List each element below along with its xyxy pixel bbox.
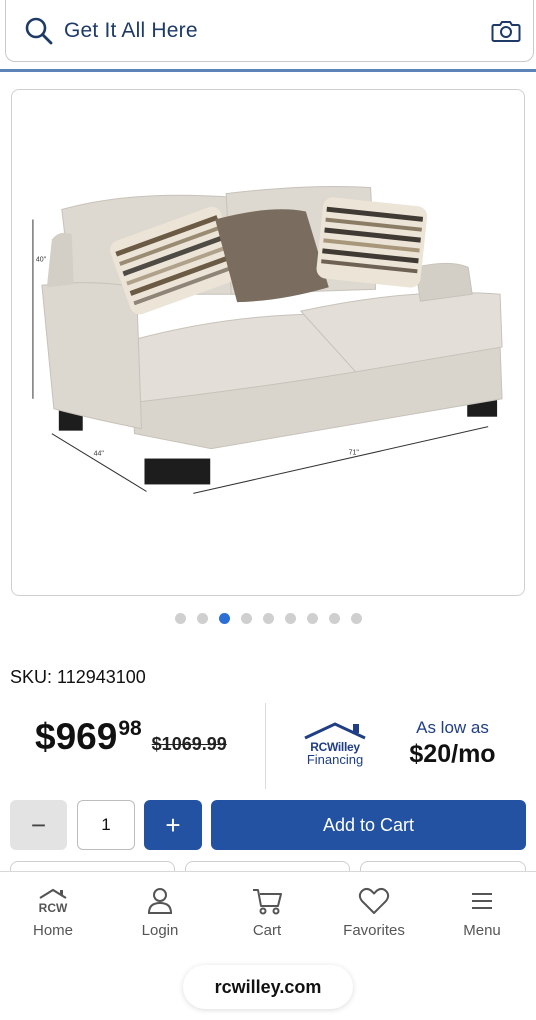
cart-icon (250, 886, 284, 916)
nav-label-cart: Cart (252, 922, 282, 939)
nav-label-favorites: Favorites (343, 922, 405, 939)
price-divider (265, 703, 266, 789)
sale-price-dollars: $969 (35, 716, 118, 757)
browser-url-bar[interactable]: rcwilley.com (183, 965, 353, 1009)
sofa-product-image: 40" 44" 71" (32, 185, 503, 494)
hamburger-menu-icon (465, 886, 499, 916)
rcw-mark: RCW (39, 901, 68, 915)
sku-number: SKU: 112943100 (10, 667, 146, 687)
width-dimension-label: 71" (349, 450, 360, 457)
carousel-dot[interactable] (350, 613, 362, 624)
search-icon (25, 17, 53, 44)
heart-icon (357, 886, 391, 916)
camera-icon[interactable] (491, 18, 521, 44)
nav-label-home: Home (32, 922, 73, 939)
carousel-indicator[interactable] (0, 613, 536, 625)
product-image[interactable]: 40" 44" 71" (11, 89, 525, 596)
original-price: $1069.99 (151, 734, 227, 754)
sale-price-cents: 98 (118, 717, 142, 740)
nav-label-login: Login (141, 922, 179, 939)
carousel-dot[interactable] (174, 613, 186, 624)
financing-word: Financing (306, 752, 364, 767)
search-input[interactable]: Get It All Here (64, 19, 491, 43)
carousel-dot[interactable] (328, 613, 340, 624)
price-block: $969 98 $1069.99 (35, 718, 227, 755)
as-low-as-label: As low as (416, 718, 489, 737)
carousel-dot[interactable] (218, 613, 230, 624)
monthly-payment[interactable]: $20/mo (395, 740, 510, 769)
height-dimension-label: 40" (36, 256, 47, 263)
nav-item-favorites[interactable]: Favorites (329, 886, 419, 939)
quantity-decrease-button[interactable]: − (10, 800, 67, 850)
nav-item-home[interactable]: RCW Home (8, 886, 98, 939)
carousel-dot[interactable] (306, 613, 318, 624)
header-divider (0, 69, 536, 72)
depth-dimension-label: 44" (94, 451, 105, 458)
search-bar[interactable]: Get It All Here (5, 0, 534, 62)
add-to-cart-button[interactable]: Add to Cart (211, 800, 526, 850)
rcw-home-icon: RCW (36, 886, 70, 916)
rcwilley-financing-logo[interactable]: RCWilley Financing (299, 720, 371, 772)
house-roof-icon (304, 722, 366, 740)
nav-label-menu: Menu (463, 922, 501, 939)
quantity-increase-button[interactable]: + (144, 800, 202, 850)
carousel-dot[interactable] (284, 613, 296, 624)
carousel-dot[interactable] (196, 613, 208, 624)
nav-item-menu[interactable]: Menu (437, 886, 527, 939)
quantity-input[interactable]: 1 (77, 800, 135, 850)
nav-item-login[interactable]: Login (115, 886, 205, 939)
nav-item-cart[interactable]: Cart (222, 886, 312, 939)
user-icon (143, 886, 177, 916)
carousel-dot[interactable] (262, 613, 274, 624)
carousel-dot[interactable] (240, 613, 252, 624)
